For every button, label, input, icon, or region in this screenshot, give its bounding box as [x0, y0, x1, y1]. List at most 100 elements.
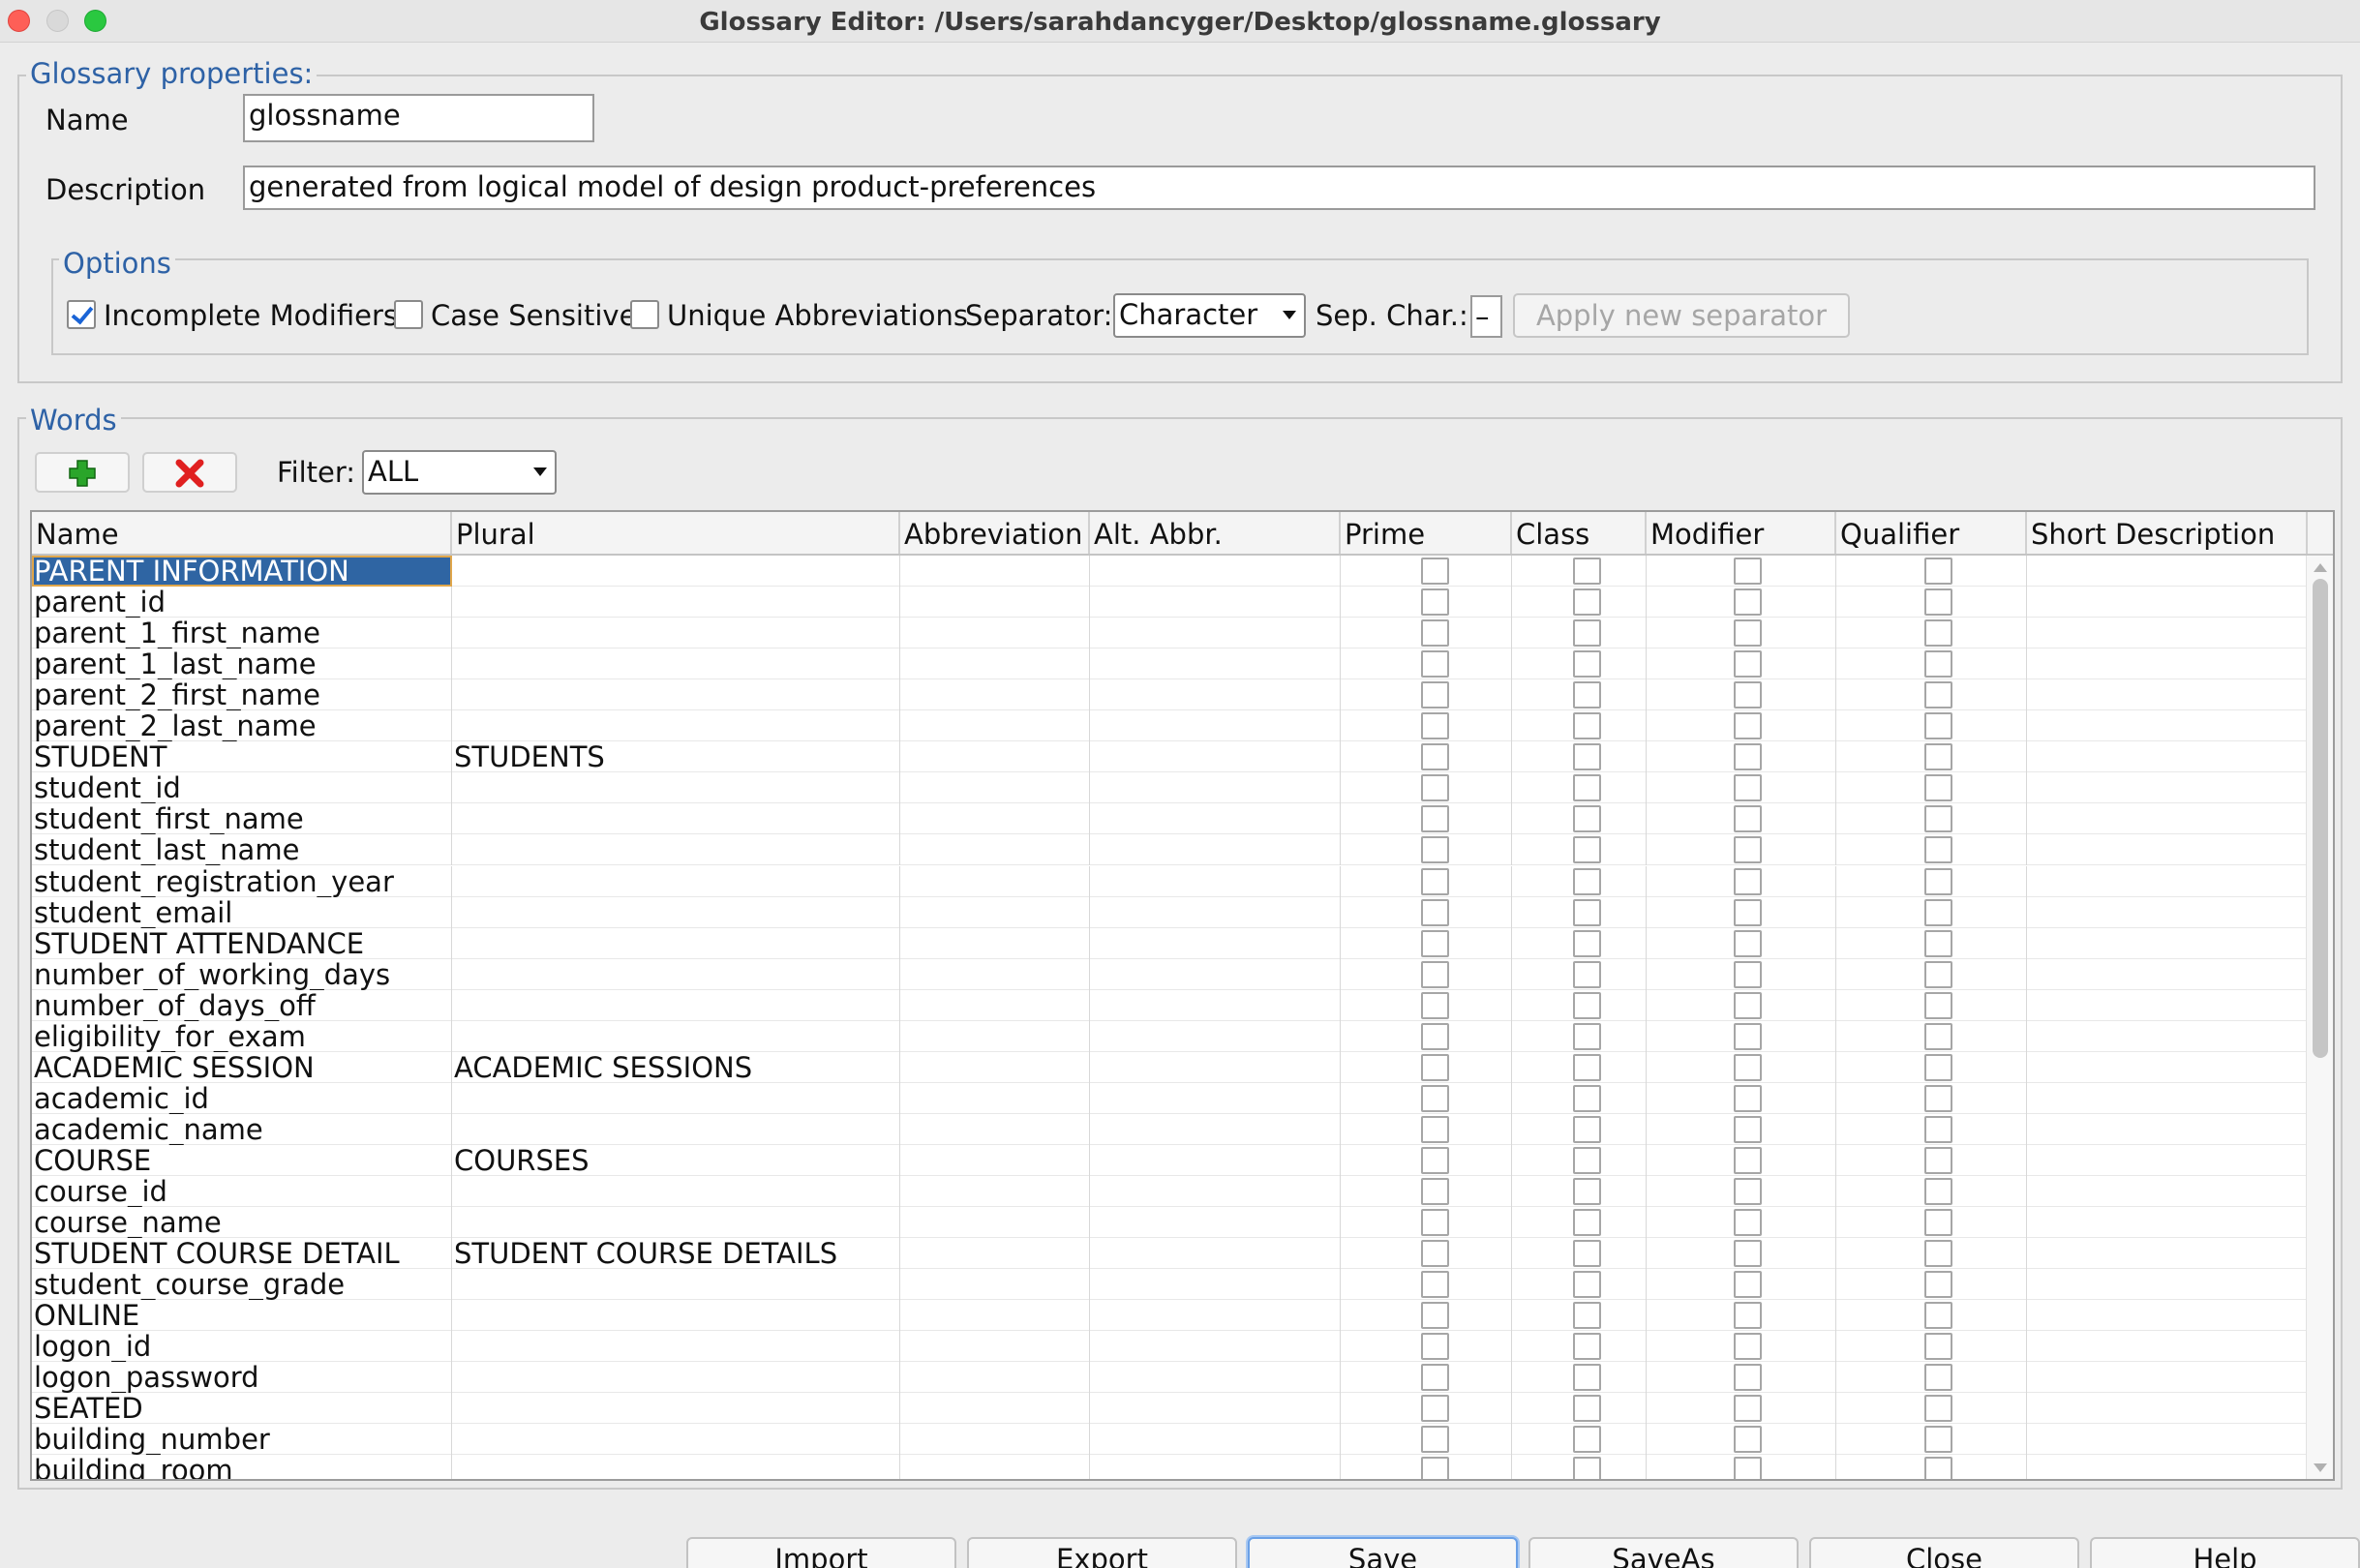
table-row[interactable]: STUDENT ATTENDANCE — [32, 928, 2308, 959]
cell-name[interactable]: student_first_name — [32, 803, 452, 834]
prime-checkbox[interactable] — [1421, 1209, 1449, 1236]
cell-alt[interactable] — [1090, 1455, 1341, 1479]
filter-select[interactable]: ALL — [362, 450, 557, 495]
table-row[interactable]: parent_id — [32, 587, 2308, 618]
add-word-button[interactable] — [35, 452, 130, 493]
cell-plural[interactable] — [452, 1176, 900, 1207]
prime-checkbox[interactable] — [1421, 1054, 1449, 1081]
mod-checkbox[interactable] — [1734, 619, 1762, 647]
cell-alt[interactable] — [1090, 556, 1341, 587]
cell-alt[interactable] — [1090, 897, 1341, 928]
cell-desc[interactable] — [2027, 587, 2308, 618]
cell-desc[interactable] — [2027, 1207, 2308, 1238]
cell-alt[interactable] — [1090, 1269, 1341, 1300]
prime-checkbox[interactable] — [1421, 650, 1449, 678]
cell-desc[interactable] — [2027, 866, 2308, 897]
cell-name[interactable]: logon_id — [32, 1331, 452, 1362]
column-header-qualifier[interactable]: Qualifier — [1836, 512, 2027, 554]
close-button[interactable]: Close — [1809, 1537, 2079, 1568]
cell-name[interactable]: student_course_grade — [32, 1269, 452, 1300]
cell-plural[interactable] — [452, 1114, 900, 1145]
cell-plural[interactable] — [452, 1021, 900, 1052]
cell-abbr[interactable] — [900, 648, 1090, 679]
cell-name[interactable]: student_id — [32, 772, 452, 803]
cell-plural[interactable] — [452, 1207, 900, 1238]
class-checkbox[interactable] — [1573, 1302, 1601, 1329]
cell-plural[interactable] — [452, 803, 900, 834]
class-checkbox[interactable] — [1573, 619, 1601, 647]
prime-checkbox[interactable] — [1421, 836, 1449, 863]
column-header-prime[interactable]: Prime — [1341, 512, 1512, 554]
class-checkbox[interactable] — [1573, 1054, 1601, 1081]
cell-desc[interactable] — [2027, 618, 2308, 648]
column-header-name[interactable]: Name — [32, 512, 452, 554]
qual-checkbox[interactable] — [1924, 1178, 1952, 1205]
class-checkbox[interactable] — [1573, 1426, 1601, 1453]
cell-desc[interactable] — [2027, 1455, 2308, 1479]
cell-desc[interactable] — [2027, 834, 2308, 865]
class-checkbox[interactable] — [1573, 868, 1601, 895]
cell-abbr[interactable] — [900, 990, 1090, 1021]
mod-checkbox[interactable] — [1734, 681, 1762, 709]
cell-desc[interactable] — [2027, 1176, 2308, 1207]
table-row[interactable]: student_registration_year — [32, 866, 2308, 897]
cell-desc[interactable] — [2027, 1114, 2308, 1145]
prime-checkbox[interactable] — [1421, 1271, 1449, 1298]
table-row[interactable]: parent_2_first_name — [32, 679, 2308, 710]
mod-checkbox[interactable] — [1734, 1395, 1762, 1422]
cell-abbr[interactable] — [900, 1207, 1090, 1238]
table-row[interactable]: parent_2_last_name — [32, 710, 2308, 741]
table-row[interactable]: student_course_grade — [32, 1269, 2308, 1300]
cell-plural[interactable] — [452, 1269, 900, 1300]
cell-alt[interactable] — [1090, 1238, 1341, 1269]
cell-name[interactable]: logon_password — [32, 1362, 452, 1393]
cell-abbr[interactable] — [900, 928, 1090, 959]
qual-checkbox[interactable] — [1924, 992, 1952, 1019]
cell-plural[interactable] — [452, 1300, 900, 1331]
cell-abbr[interactable] — [900, 1300, 1090, 1331]
cell-plural[interactable] — [452, 556, 900, 587]
cell-name[interactable]: student_registration_year — [32, 866, 452, 897]
qual-checkbox[interactable] — [1924, 899, 1952, 926]
prime-checkbox[interactable] — [1421, 1085, 1449, 1112]
cell-name[interactable]: STUDENT ATTENDANCE — [32, 928, 452, 959]
case-sensitive-checkbox[interactable] — [394, 300, 423, 329]
cell-desc[interactable] — [2027, 1362, 2308, 1393]
prime-checkbox[interactable] — [1421, 1333, 1449, 1360]
cell-desc[interactable] — [2027, 1300, 2308, 1331]
cell-plural[interactable]: COURSES — [452, 1145, 900, 1176]
cell-desc[interactable] — [2027, 556, 2308, 587]
prime-checkbox[interactable] — [1421, 961, 1449, 988]
class-checkbox[interactable] — [1573, 899, 1601, 926]
cell-desc[interactable] — [2027, 803, 2308, 834]
cell-abbr[interactable] — [900, 1114, 1090, 1145]
class-checkbox[interactable] — [1573, 1209, 1601, 1236]
prime-checkbox[interactable] — [1421, 992, 1449, 1019]
qual-checkbox[interactable] — [1924, 1395, 1952, 1422]
mod-checkbox[interactable] — [1734, 1054, 1762, 1081]
table-row[interactable]: ONLINE — [32, 1300, 2308, 1331]
qual-checkbox[interactable] — [1924, 558, 1952, 585]
remove-word-button[interactable] — [142, 452, 237, 493]
class-checkbox[interactable] — [1573, 650, 1601, 678]
cell-abbr[interactable] — [900, 741, 1090, 772]
cell-desc[interactable] — [2027, 1393, 2308, 1424]
cell-name[interactable]: SEATED — [32, 1393, 452, 1424]
mod-checkbox[interactable] — [1734, 805, 1762, 832]
table-row[interactable]: student_id — [32, 772, 2308, 803]
table-row[interactable]: building_number — [32, 1424, 2308, 1455]
cell-name[interactable]: student_email — [32, 897, 452, 928]
cell-alt[interactable] — [1090, 1207, 1341, 1238]
qual-checkbox[interactable] — [1924, 619, 1952, 647]
cell-alt[interactable] — [1090, 741, 1341, 772]
cell-desc[interactable] — [2027, 959, 2308, 990]
class-checkbox[interactable] — [1573, 712, 1601, 739]
mod-checkbox[interactable] — [1734, 930, 1762, 957]
table-row[interactable]: ACADEMIC SESSION ACADEMIC SESSIONS — [32, 1052, 2308, 1083]
cell-plural[interactable]: STUDENT COURSE DETAILS — [452, 1238, 900, 1269]
cell-alt[interactable] — [1090, 1362, 1341, 1393]
qual-checkbox[interactable] — [1924, 1333, 1952, 1360]
cell-desc[interactable] — [2027, 1021, 2308, 1052]
prime-checkbox[interactable] — [1421, 1457, 1449, 1479]
cell-plural[interactable]: ACADEMIC SESSIONS — [452, 1052, 900, 1083]
